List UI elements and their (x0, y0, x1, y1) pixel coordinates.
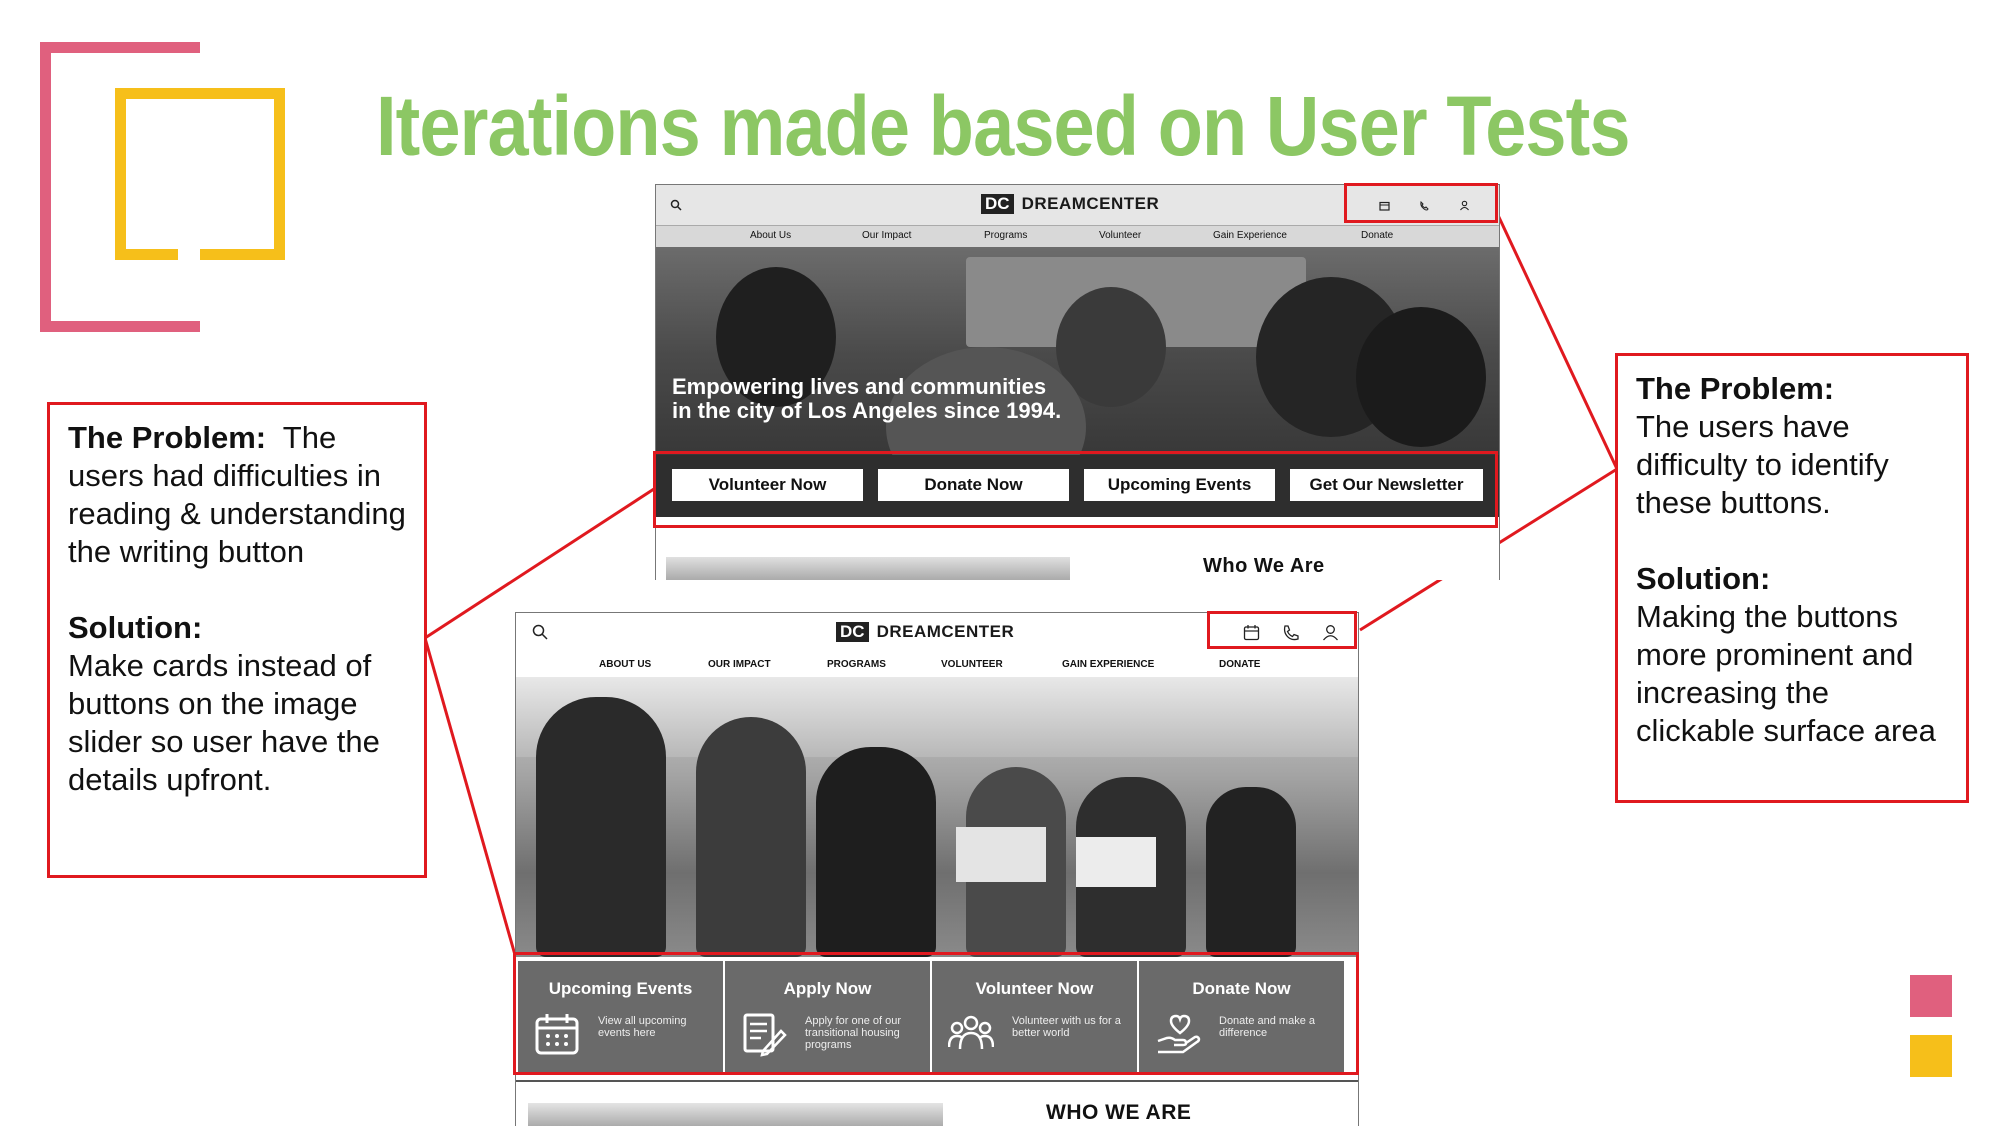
nav-programs[interactable]: PROGRAMS (827, 659, 886, 670)
nav-donate[interactable]: DONATE (1219, 659, 1260, 670)
nav-impact[interactable]: Our Impact (862, 230, 911, 241)
brand-name: DREAMCENTER (1021, 194, 1160, 213)
old-section-image (666, 557, 1070, 580)
highlight-new-cards (513, 952, 1359, 1075)
hero-line-1: Empowering lives and communities (672, 374, 1047, 399)
nav-gain-experience[interactable]: GAIN EXPERIENCE (1062, 659, 1154, 670)
new-brand[interactable]: DC DREAMCENTER (836, 622, 1014, 642)
new-nav: ABOUT US OUR IMPACT PROGRAMS VOLUNTEER G… (516, 653, 1358, 678)
right-problem-label: The Problem: (1636, 371, 1835, 406)
left-problem-label: The Problem: (68, 420, 267, 455)
right-solution-label: Solution: (1636, 561, 1771, 596)
nav-programs[interactable]: Programs (984, 230, 1027, 241)
section-divider (516, 1080, 1358, 1082)
new-hero-image (516, 677, 1358, 957)
nav-volunteer[interactable]: Volunteer (1099, 230, 1141, 241)
right-solution-text: Making the buttons more prominent and in… (1636, 599, 1936, 748)
old-hero-text: Empowering lives and communities in the … (672, 375, 1061, 423)
hero-line-2: in the city of Los Angeles since 1994. (672, 398, 1062, 423)
left-solution-label: Solution: (68, 610, 203, 645)
old-section-heading: Who We Are (1203, 555, 1325, 577)
search-icon[interactable] (532, 624, 548, 640)
dc-logo: DC (981, 194, 1014, 214)
decor-pink-square (1910, 975, 1952, 1017)
right-problem-text: The users have difficulty to identify th… (1636, 409, 1889, 520)
dc-logo: DC (836, 622, 869, 642)
old-brand[interactable]: DC DREAMCENTER (981, 194, 1159, 214)
nav-about[interactable]: About Us (750, 230, 791, 241)
nav-about[interactable]: ABOUT US (599, 659, 651, 670)
highlight-new-icons (1207, 611, 1357, 649)
nav-donate[interactable]: Donate (1361, 230, 1393, 241)
old-nav: About Us Our Impact Programs Volunteer G… (656, 225, 1499, 249)
brand-name: DREAMCENTER (876, 622, 1015, 641)
right-callout: The Problem: The users have difficulty t… (1615, 353, 1969, 803)
highlight-old-buttons (653, 451, 1498, 528)
nav-gain-experience[interactable]: Gain Experience (1213, 230, 1287, 241)
search-icon[interactable] (670, 199, 682, 211)
decor-yellow-square (1910, 1035, 1952, 1077)
left-solution-text: Make cards instead of buttons on the ima… (68, 648, 380, 797)
new-section-heading: WHO WE ARE (1046, 1101, 1192, 1124)
nav-volunteer[interactable]: VOLUNTEER (941, 659, 1003, 670)
new-section-image (528, 1103, 943, 1126)
nav-impact[interactable]: OUR IMPACT (708, 659, 771, 670)
left-callout: The Problem: The users had difficulties … (47, 402, 427, 878)
highlight-old-icons (1344, 183, 1498, 223)
